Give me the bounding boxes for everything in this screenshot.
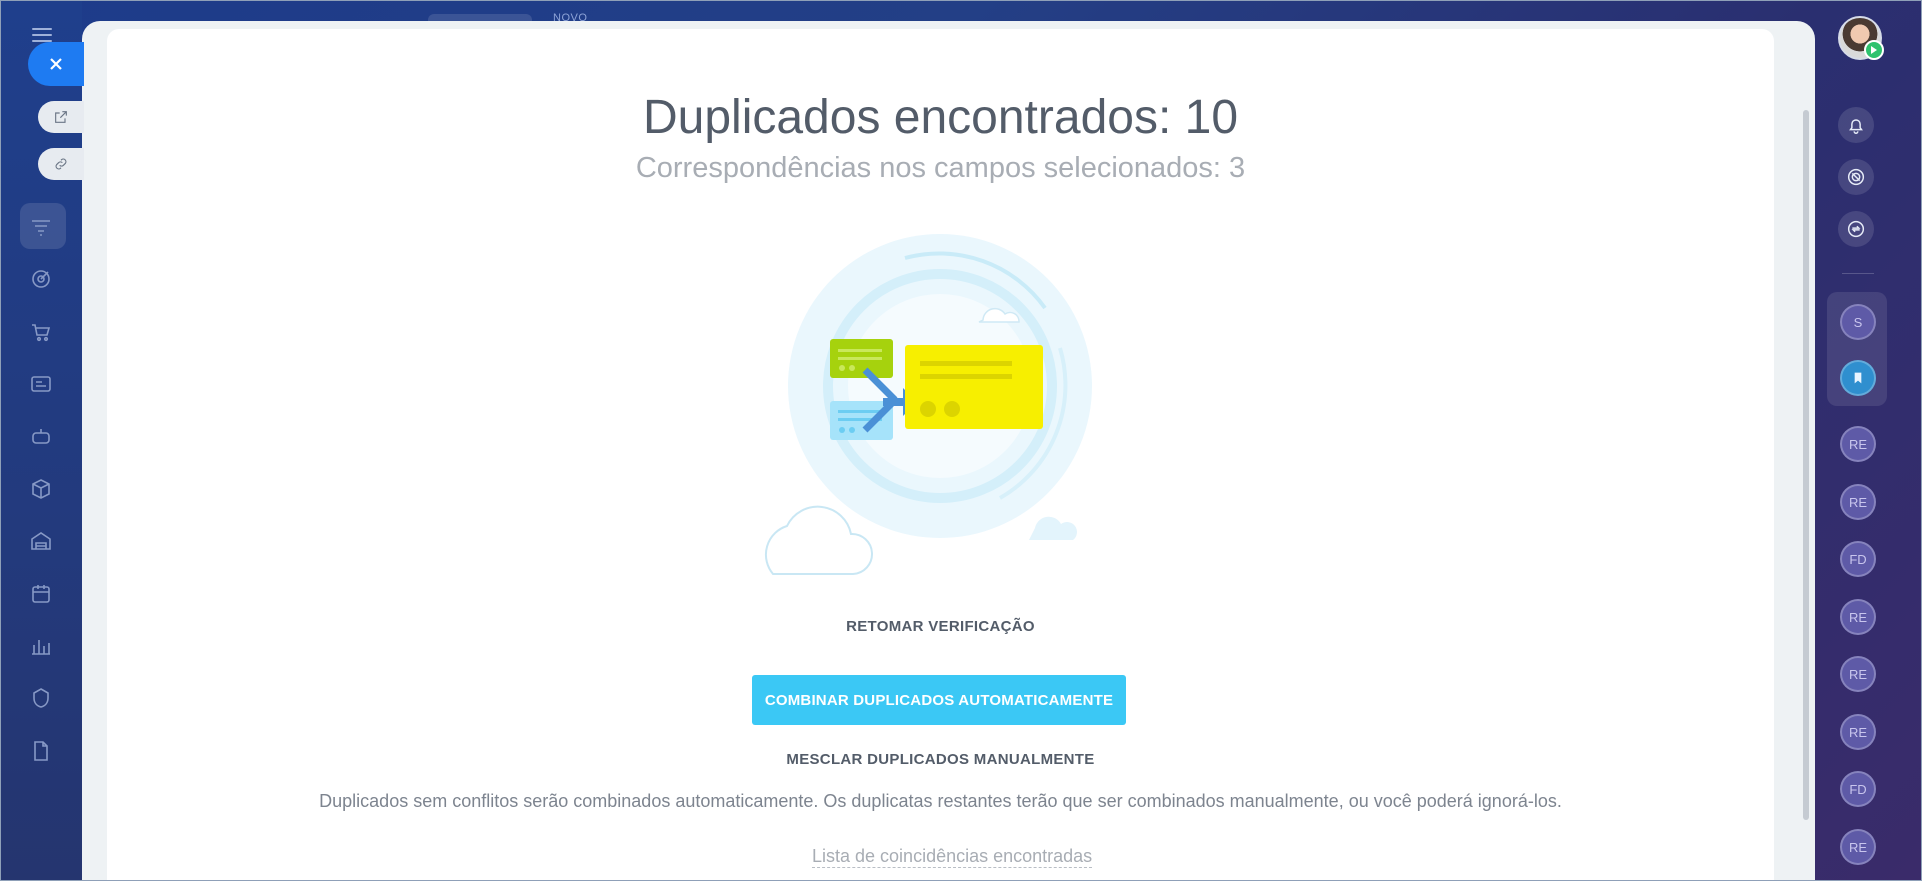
bell-icon[interactable] [1838,107,1874,143]
external-link-icon [55,111,67,123]
chat-chip[interactable]: RE [1840,829,1876,865]
target-icon[interactable] [26,264,56,294]
card-icon[interactable] [26,369,56,399]
chat-chip[interactable]: FD [1840,541,1876,577]
matches-list-link[interactable]: Lista de coincidências encontradas [812,845,1093,868]
warehouse-icon[interactable] [26,526,56,556]
scrollbar[interactable] [1803,110,1809,820]
chart-icon[interactable] [26,631,56,661]
right-rail-divider [1842,273,1874,274]
target-icon[interactable] [1838,159,1874,195]
chat-chip[interactable]: RE [1840,599,1876,635]
page-title: Duplicados encontrados: 10 [642,91,1239,144]
user-avatar[interactable] [1838,16,1884,60]
calendar-icon[interactable] [26,579,56,609]
duplicates-illustration [764,234,1092,575]
cart-icon[interactable] [26,317,56,347]
chat-chip[interactable]: RE [1840,426,1876,462]
close-icon [50,58,62,70]
page-subtitle: Correspondências nos campos selecionados… [635,152,1246,184]
chat-chip[interactable]: S [1840,304,1876,340]
chat-chip[interactable]: RE [1840,656,1876,692]
robot-icon[interactable] [26,421,56,451]
open-in-new-window-button[interactable] [38,101,84,133]
shield-icon[interactable] [26,683,56,713]
bookmark-icon[interactable] [1840,360,1876,396]
chat-chip[interactable]: RE [1840,484,1876,520]
close-button[interactable] [28,42,84,86]
resume-check-button[interactable]: RETOMAR VERIFICAÇÃO [107,618,1774,635]
chat-chip[interactable]: RE [1840,714,1876,750]
filter-icon[interactable] [26,212,56,242]
merge-info-note: Duplicados sem conflitos serão combinado… [319,791,1562,811]
chat-sync-icon[interactable] [1838,211,1874,247]
menu-icon[interactable] [32,28,52,42]
copy-link-button[interactable] [38,148,84,180]
box-icon[interactable] [26,474,56,504]
play-status-icon [1864,40,1884,60]
link-icon [55,158,67,170]
document-icon[interactable] [26,736,56,766]
manual-merge-button[interactable]: MESCLAR DUPLICADOS MANUALMENTE [107,751,1774,768]
chat-chip[interactable]: FD [1840,771,1876,807]
auto-merge-button[interactable]: COMBINAR DUPLICADOS AUTOMATICAMENTE [752,675,1126,725]
